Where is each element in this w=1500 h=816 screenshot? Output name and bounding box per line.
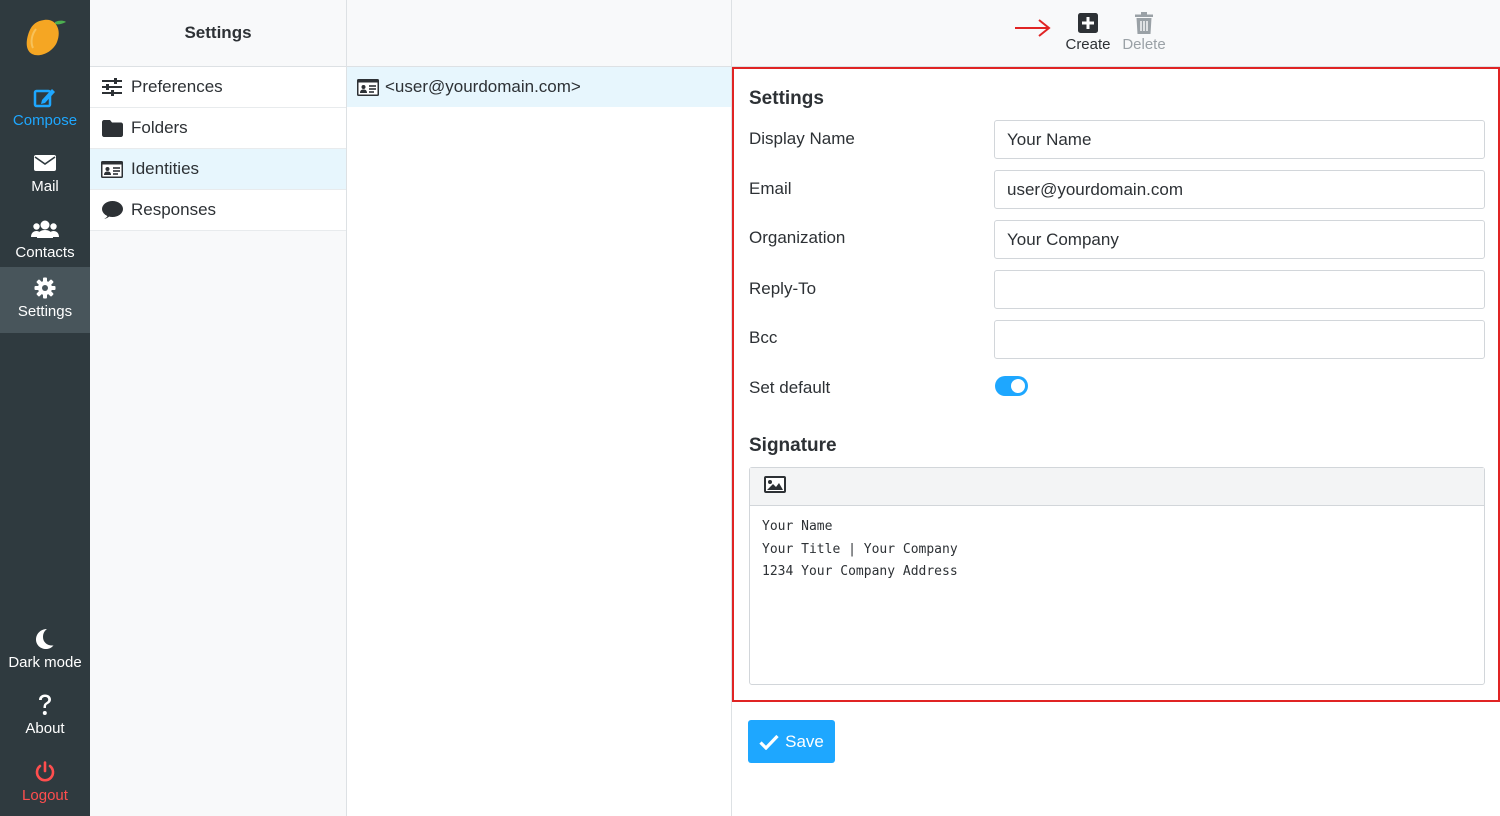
- folder-icon: [101, 118, 123, 138]
- checkmark-icon: [759, 734, 779, 750]
- id-card-icon: [357, 78, 381, 96]
- settings-item-identities[interactable]: Identities: [90, 149, 346, 190]
- display-name-field[interactable]: Your Name: [994, 120, 1485, 159]
- save-button[interactable]: Save: [748, 720, 835, 763]
- identity-detail-panel: Create Delete Settings Display Name Your…: [732, 0, 1500, 816]
- app-window: Compose Mail Contacts Settings Dark mode: [0, 0, 1500, 816]
- trash-icon: [1119, 10, 1169, 36]
- nav-contacts-label: Contacts: [15, 244, 75, 261]
- settings-section-title: Settings: [749, 88, 824, 109]
- signature-text[interactable]: Your Name Your Title | Your Company 1234 Y…: [750, 506, 1484, 594]
- id-card-icon: [101, 159, 123, 179]
- nav-dark-mode[interactable]: Dark mode: [0, 618, 90, 684]
- red-arrow-annotation: [1015, 19, 1051, 37]
- email-field[interactable]: user@yourdomain.com: [994, 170, 1485, 209]
- bcc-field[interactable]: [994, 320, 1485, 359]
- nav-dark-mode-label: Dark mode: [8, 654, 82, 671]
- nav-settings[interactable]: Settings: [0, 267, 90, 333]
- envelope-icon: [0, 150, 90, 176]
- identity-form: Settings Display Name Your Name Email us…: [732, 67, 1500, 702]
- plus-square-icon: [1062, 10, 1114, 36]
- users-icon: [0, 216, 90, 242]
- nav-contacts[interactable]: Contacts: [0, 208, 90, 274]
- signature-editor[interactable]: Your Name Your Title | Your Company 1234 Y…: [749, 467, 1485, 685]
- save-button-label: Save: [785, 731, 824, 751]
- compose-icon: [0, 84, 90, 110]
- nav-compose[interactable]: Compose: [0, 76, 90, 142]
- settings-item-preferences[interactable]: Preferences: [90, 67, 346, 108]
- signature-toolbar: [750, 468, 1484, 506]
- speech-bubble-icon: [101, 200, 123, 220]
- nav-about[interactable]: About: [0, 684, 90, 750]
- moon-icon: [0, 626, 90, 652]
- nav-about-label: About: [25, 720, 65, 737]
- nav-mail-label: Mail: [31, 178, 59, 195]
- settings-column-title: Settings: [90, 0, 346, 67]
- reply-to-label: Reply-To: [749, 279, 817, 298]
- signature-section-title: Signature: [749, 435, 837, 456]
- settings-item-label: Responses: [131, 200, 217, 219]
- organization-field[interactable]: Your Company: [994, 220, 1485, 259]
- signature-line: Your Name: [762, 519, 833, 534]
- settings-item-label: Preferences: [131, 77, 223, 96]
- bcc-label: Bcc: [749, 328, 778, 347]
- identity-list-item[interactable]: <user@yourdomain.com>: [347, 67, 731, 107]
- identity-list-column: <user@yourdomain.com>: [347, 0, 732, 816]
- identity-toolbar: Create Delete: [732, 0, 1500, 67]
- nav-logout[interactable]: Logout: [0, 751, 90, 816]
- identity-list-header: [347, 0, 731, 67]
- signature-line: 1234 Your Company Address: [762, 564, 958, 579]
- create-button[interactable]: Create: [1062, 10, 1114, 53]
- main-nav: Compose Mail Contacts Settings Dark mode: [0, 0, 90, 816]
- gear-icon: [0, 275, 90, 301]
- reply-to-field[interactable]: [994, 270, 1485, 309]
- set-default-toggle[interactable]: [995, 376, 1028, 396]
- settings-item-responses[interactable]: Responses: [90, 190, 346, 231]
- organization-label: Organization: [749, 228, 846, 247]
- display-name-label: Display Name: [749, 129, 855, 148]
- settings-item-folders[interactable]: Folders: [90, 108, 346, 149]
- nav-settings-label: Settings: [17, 303, 73, 320]
- nav-mail[interactable]: Mail: [0, 142, 90, 208]
- identity-email-label: <user@yourdomain.com>: [385, 77, 581, 96]
- settings-item-label: Folders: [131, 118, 188, 137]
- nav-compose-label: Compose: [12, 112, 78, 129]
- insert-image-icon[interactable]: [764, 475, 786, 498]
- email-label: Email: [749, 179, 792, 198]
- create-button-label: Create: [1065, 36, 1111, 53]
- question-icon: [0, 692, 90, 718]
- set-default-label: Set default: [749, 378, 831, 397]
- signature-line: Your Title | Your Company: [762, 541, 958, 557]
- delete-button-label: Delete: [1122, 36, 1166, 53]
- power-icon: [0, 759, 90, 785]
- settings-item-label: Identities: [131, 159, 200, 178]
- mango-logo: [26, 19, 66, 56]
- delete-button[interactable]: Delete: [1119, 10, 1169, 53]
- nav-logout-label: Logout: [22, 787, 68, 804]
- sliders-icon: [101, 77, 123, 97]
- settings-column: Settings Preferences Folders Identities …: [90, 0, 347, 816]
